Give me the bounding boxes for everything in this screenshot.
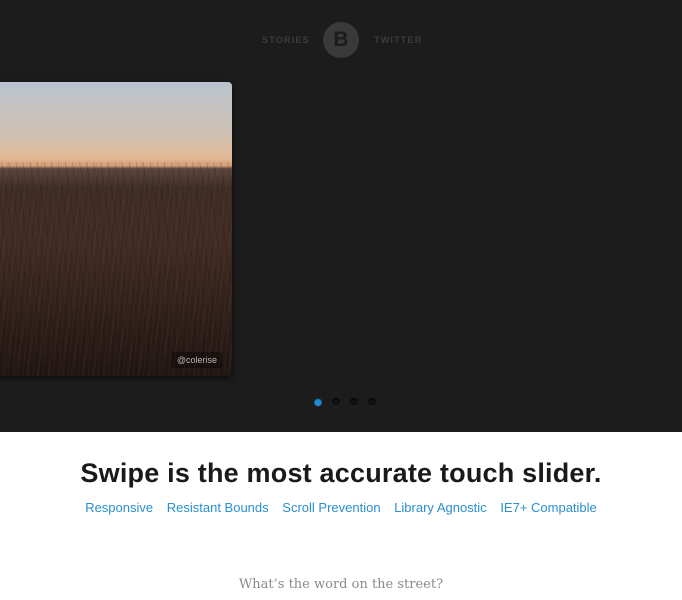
logo-b[interactable]: B	[323, 22, 359, 58]
street-section-heading: What’s the word on the street?	[238, 577, 444, 592]
slider-dot-2[interactable]	[332, 398, 340, 406]
feature-link-resistant-bounds[interactable]: Resistant Bounds	[167, 500, 269, 515]
photo-credit[interactable]: @colerise	[171, 352, 222, 368]
nav-stories-link[interactable]: STORIES	[262, 35, 310, 45]
slider-pagination	[314, 398, 382, 406]
page-headline: Swipe is the most accurate touch slider.	[80, 458, 602, 488]
slider-dot-1[interactable]	[314, 398, 322, 406]
feature-links: Responsive Resistant Bounds Scroll Preve…	[0, 500, 682, 515]
slider-dot-3[interactable]	[350, 398, 358, 406]
hero-slider-section: STORIES B TWITTER @colerise	[0, 0, 682, 432]
feature-link-responsive[interactable]: Responsive	[85, 500, 153, 515]
feature-link-library-agnostic[interactable]: Library Agnostic	[394, 500, 487, 515]
top-navigation: STORIES B TWITTER	[0, 22, 682, 58]
nav-twitter-link[interactable]: TWITTER	[374, 35, 422, 45]
slide-photo-grass-field[interactable]: @colerise	[0, 82, 232, 376]
feature-link-scroll-prevention[interactable]: Scroll Prevention	[282, 500, 380, 515]
feature-link-ie7-compatible[interactable]: IE7+ Compatible	[500, 500, 596, 515]
grass-texture	[0, 162, 232, 376]
slider-dot-4[interactable]	[368, 398, 376, 406]
